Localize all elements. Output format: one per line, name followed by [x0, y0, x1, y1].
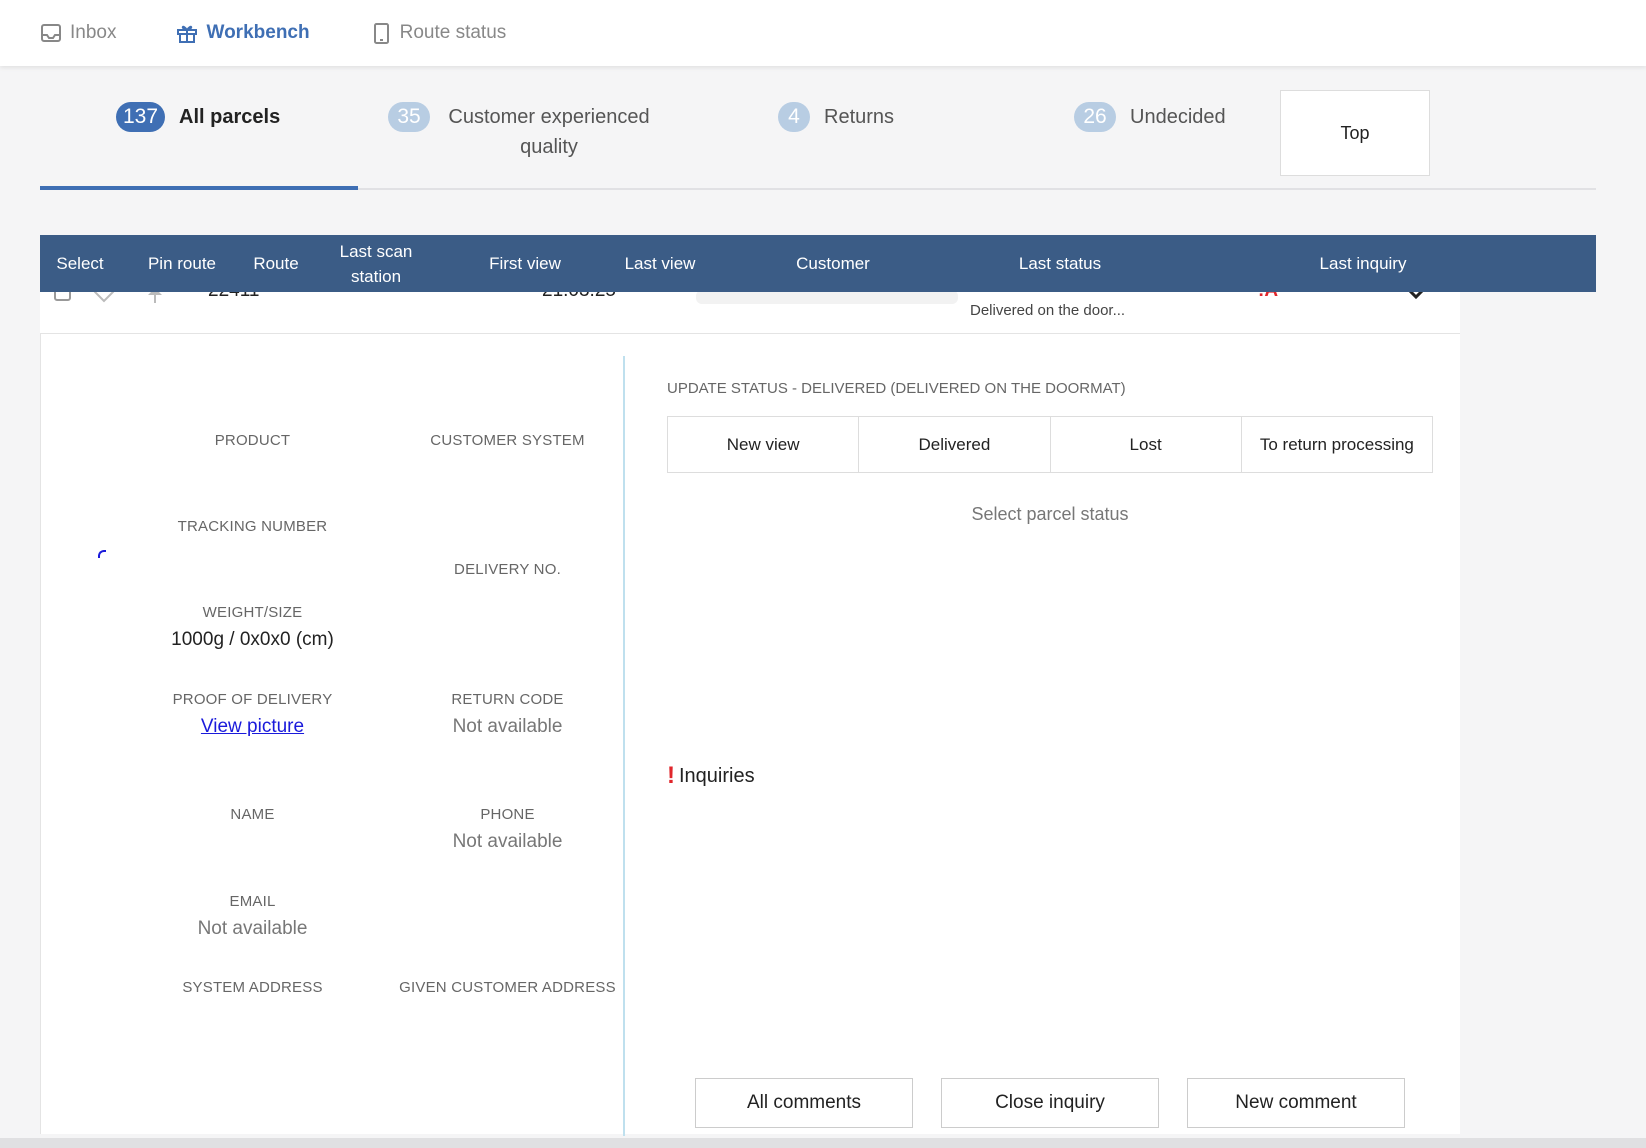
tab-customer-experienced-quality[interactable]: 35 Customer experienced quality [388, 102, 654, 162]
product-field: PRODUCT [125, 432, 380, 449]
tablet-icon [373, 23, 389, 44]
row-last-status: Delivered on the door... [970, 302, 1126, 319]
tab-returns[interactable]: 4 Returns [778, 102, 894, 132]
column-header-last-view[interactable]: Last view [610, 235, 710, 292]
nav-inbox[interactable]: Inbox [40, 22, 116, 44]
weight-size-field: WEIGHT/SIZE 1000g / 0x0x0 (cm) [125, 604, 380, 651]
table-row[interactable]: 22411 21.03.25 - Delivered on the door..… [40, 292, 1460, 334]
top-navigation: Inbox Workbench Route status [0, 0, 1646, 66]
alert-icon: ! [667, 762, 675, 789]
close-inquiry-button[interactable]: Close inquiry [941, 1078, 1159, 1128]
return-code-label: RETURN CODE [451, 691, 564, 708]
email-field: EMAIL Not available [125, 893, 380, 940]
status-button-group: New view Delivered Lost To return proces… [667, 416, 1433, 473]
column-header-last-status[interactable]: Last status [1000, 235, 1120, 292]
all-comments-button[interactable]: All comments [695, 1078, 913, 1128]
parcel-tabs: 137 All parcels 35 Customer experienced … [40, 86, 1596, 192]
nav-route-status[interactable]: Route status [370, 22, 507, 44]
product-label: PRODUCT [214, 432, 291, 449]
parcel-detail-panel: PRODUCT CUSTOMER SYSTEM TRACKING NUMBER … [40, 334, 1460, 1136]
row-first-view: 21.03.25 [542, 292, 616, 302]
system-address-field: SYSTEM ADDRESS [125, 979, 380, 996]
phone-label: PHONE [480, 806, 535, 823]
row-last-view: - [666, 292, 672, 302]
return-code-value: Not available [452, 716, 563, 737]
active-tab-indicator [40, 186, 358, 190]
tab-label: All parcels [179, 106, 281, 128]
table-header: Select Pin route Route Last scan station… [40, 235, 1596, 292]
return-code-field: RETURN CODE Not available [380, 691, 635, 738]
nav-workbench[interactable]: Workbench [176, 22, 310, 44]
inbox-icon [41, 24, 61, 42]
tab-label: Undecided [1130, 106, 1226, 128]
phone-field: PHONE Not available [380, 806, 635, 853]
column-header-first-view[interactable]: First view [470, 235, 580, 292]
top-button[interactable]: Top [1280, 90, 1430, 176]
tab-count-badge: 137 [116, 102, 166, 132]
email-value: Not available [197, 918, 308, 939]
customer-system-label: CUSTOMER SYSTEM [430, 432, 585, 449]
tab-label: Returns [824, 106, 895, 128]
proof-of-delivery-label: PROOF OF DELIVERY [172, 691, 333, 708]
proof-of-delivery-field: PROOF OF DELIVERY View picture [125, 691, 380, 738]
column-header-last-scan-station[interactable]: Last scan station [330, 235, 422, 292]
detail-divider [623, 356, 625, 1136]
phone-value: Not available [452, 831, 563, 852]
column-header-last-inquiry[interactable]: Last inquiry [1298, 235, 1428, 292]
row-last-inquiry-flag: !A [1258, 292, 1278, 302]
system-address-label: SYSTEM ADDRESS [182, 979, 323, 996]
delivery-no-label: DELIVERY NO. [454, 561, 561, 578]
gift-icon [177, 25, 198, 43]
new-comment-button[interactable]: New comment [1187, 1078, 1405, 1128]
inquiries-heading: ! Inquiries [667, 762, 755, 790]
column-header-select[interactable]: Select [40, 235, 120, 292]
tracking-number-field: TRACKING NUMBER [125, 518, 380, 535]
tab-label: Customer experienced quality [448, 106, 650, 158]
email-label: EMAIL [229, 893, 276, 910]
given-customer-address-label: GIVEN CUSTOMER ADDRESS [399, 979, 616, 996]
select-status-hint: Select parcel status [971, 504, 1129, 524]
given-customer-address-field: GIVEN CUSTOMER ADDRESS [380, 979, 635, 996]
chevron-down-icon[interactable] [1406, 292, 1426, 304]
delivery-no-field: DELIVERY NO. [380, 561, 635, 578]
row-route: 22411 [208, 292, 259, 302]
tab-count-badge: 35 [388, 102, 430, 132]
customer-system-field: CUSTOMER SYSTEM [380, 432, 635, 449]
tab-count-badge: 26 [1074, 102, 1116, 132]
column-header-customer[interactable]: Customer [778, 235, 888, 292]
name-field: NAME [125, 806, 380, 823]
status-delivered-button[interactable]: Delivered [859, 417, 1051, 472]
tracking-number-label: TRACKING NUMBER [177, 518, 328, 535]
heart-icon[interactable] [92, 292, 116, 304]
tab-all-parcels[interactable]: 137 All parcels [116, 102, 280, 132]
inquiries-label: Inquiries [679, 764, 755, 787]
weight-size-value: 1000g / 0x0x0 (cm) [171, 629, 334, 650]
update-status-title: UPDATE STATUS - DELIVERED (DELIVERED ON … [667, 380, 1126, 397]
row-last-inquiry-value: A [1264, 292, 1278, 301]
status-return-processing-button[interactable]: To return processing [1241, 417, 1432, 472]
weight-size-label: WEIGHT/SIZE [202, 604, 303, 621]
status-lost-button[interactable]: Lost [1050, 417, 1242, 472]
tab-count-badge: 4 [778, 102, 810, 132]
nav-inbox-label: Inbox [70, 22, 117, 43]
row-customer-redacted [696, 292, 958, 304]
tracking-number-link-fragment[interactable] [98, 550, 106, 558]
column-header-route[interactable]: Route [240, 235, 312, 292]
nav-workbench-label: Workbench [206, 22, 310, 43]
column-header-pin-route[interactable]: Pin route [132, 235, 232, 292]
view-picture-link[interactable]: View picture [201, 716, 304, 737]
nav-route-status-label: Route status [399, 22, 507, 43]
row-select-checkbox[interactable] [54, 292, 71, 301]
tab-undecided[interactable]: 26 Undecided [1074, 102, 1226, 132]
name-label: NAME [230, 806, 275, 823]
pin-icon[interactable] [144, 292, 166, 304]
horizontal-scrollbar[interactable] [0, 1138, 1646, 1148]
status-new-view-button[interactable]: New view [668, 417, 860, 472]
